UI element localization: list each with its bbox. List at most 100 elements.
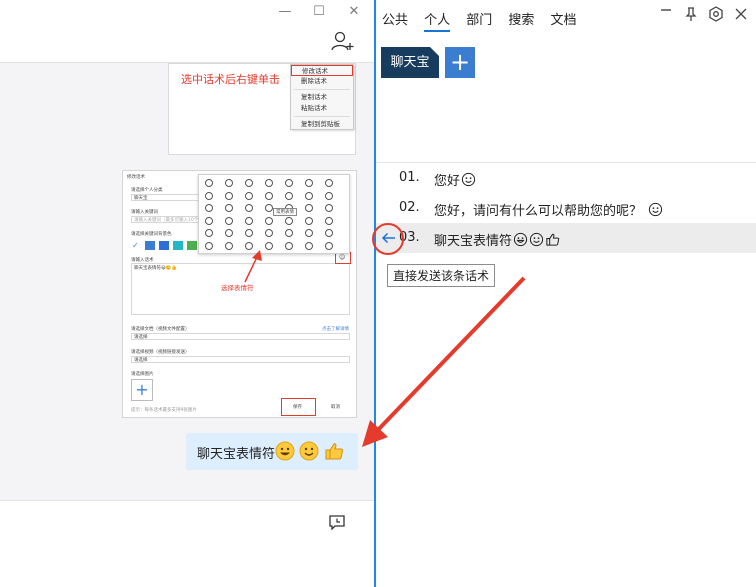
phrase-number: 02. [399,200,420,215]
menu-divider [294,116,350,117]
emoji-option[interactable] [265,179,273,187]
thumbs-up-icon [325,443,344,460]
color-swatch[interactable] [145,241,155,250]
tab-document[interactable]: 文档 [550,9,576,28]
menu-item-copy-to-clipboard[interactable]: 复制到剪贴板 [291,119,353,130]
menu-item-copy-phrase[interactable]: 复制话术 [291,92,353,103]
keyword-input[interactable]: 请输入关键词（最多可输入10个） [131,216,203,223]
emoji-option[interactable] [265,241,273,250]
emoji-option[interactable] [265,204,273,212]
color-swatch[interactable] [187,241,197,250]
message-bubble[interactable]: 聊天宝表情符 [186,433,358,470]
category-select[interactable]: 聊天宝 [131,194,199,201]
context-menu: 修改话术 删除话术 复制话术 粘贴话术 复制到剪贴板 [290,64,354,130]
phrase-text: 您好 [434,170,476,189]
field-label-color: 请选择关键词背景色 [131,232,172,237]
emoji-option[interactable] [325,241,333,250]
emoji-option[interactable] [205,241,213,250]
emoji-option[interactable] [325,216,333,225]
emoji-option[interactable] [285,179,293,187]
phrase-text: 聊天宝表情符 [434,230,560,249]
emoji-option[interactable] [225,179,233,187]
emoji-option[interactable] [225,216,233,225]
phrase-row[interactable]: 02. 您好，请问有什么可以帮助您的呢？ [376,193,756,223]
emoji-option[interactable] [225,204,233,212]
message-text: 聊天宝表情符 [197,447,276,462]
emoji-option[interactable] [245,216,253,225]
emoji-option[interactable] [265,229,273,237]
emoji-button-icon[interactable]: ☺ [339,254,345,261]
menu-item-paste-phrase[interactable]: 粘贴话术 [291,103,353,114]
phrase-row-hovered[interactable]: 03. 聊天宝表情符 [376,223,756,253]
tab-public[interactable]: 公共 [382,9,408,28]
chat-titlebar: — ☐ ✕ [0,0,374,63]
pin-icon[interactable] [683,6,699,22]
chat-input-area[interactable] [0,500,374,587]
chat-window: — ☐ ✕ 选中话术后右键单击 修改话术 删除话术 复制话术 粘贴话术 复制到剪… [0,0,374,587]
emoji-option[interactable] [245,204,253,212]
emoji-option[interactable] [325,204,333,212]
emoji-option[interactable] [205,229,213,237]
video-select[interactable]: 请选择 [131,356,350,363]
menu-item-edit-phrase[interactable]: 修改话术 [291,65,353,76]
minimize-icon[interactable] [658,6,674,22]
tab-search[interactable]: 搜索 [508,9,534,28]
tab-department[interactable]: 部门 [466,9,492,28]
emoji-option[interactable] [305,204,313,212]
emoji-option[interactable] [305,179,313,187]
field-label-keyword: 请输入关键词 [131,210,158,215]
emoji-option[interactable] [305,229,313,237]
add-category-button[interactable]: + [445,47,475,78]
document-select[interactable]: 请选择 [131,333,350,340]
category-chip-active[interactable]: 聊天宝 [381,47,439,78]
emoji-option[interactable] [265,191,273,200]
emoji-option[interactable] [205,204,213,212]
emoji-option[interactable] [325,229,333,237]
emoji-option[interactable] [245,241,253,250]
phrase-value: 聊天宝表情符😀🙂👍 [134,266,177,271]
emoji-option[interactable] [225,229,233,237]
emoji-option[interactable] [305,241,313,250]
field-label-category: 请选择个人分类 [131,188,163,193]
maximize-button[interactable]: ☐ [308,3,330,21]
emoji-option[interactable] [205,179,213,187]
emoji-option[interactable] [325,191,333,200]
color-swatch[interactable] [173,241,183,250]
emoji-option[interactable] [205,191,213,200]
emoji-option[interactable] [245,191,253,200]
emoji-option[interactable] [285,241,293,250]
learn-more-link[interactable]: 点击了解详情 [322,326,349,332]
send-arrow-icon[interactable] [380,229,398,247]
menu-item-delete-phrase[interactable]: 删除话术 [291,76,353,87]
emoji-panel: 常用表情 [198,174,350,254]
emoji-option[interactable] [245,179,253,187]
color-swatch[interactable] [159,241,169,250]
emoji-option[interactable] [305,191,313,200]
add-image-button[interactable]: + [131,379,153,401]
minimize-button[interactable]: — [274,3,296,21]
edit-phrase-screenshot: 修改话术 请选择个人分类 聊天宝 请输入关键词 请输入关键词（最多可输入10个）… [122,170,357,418]
emoji-option[interactable] [305,216,313,225]
emoji-option[interactable] [265,216,273,225]
emoji-option[interactable] [225,241,233,250]
tab-bar: 公共 个人 部门 搜索 文档 [382,9,587,32]
emoji-option[interactable] [285,216,293,225]
check-icon: ✓ [132,241,139,250]
add-user-icon[interactable] [330,30,356,52]
chat-history-icon[interactable] [328,514,346,530]
emoji-option[interactable] [285,229,293,237]
settings-icon[interactable] [708,6,724,22]
close-icon[interactable] [733,6,749,22]
close-button[interactable]: ✕ [343,3,365,21]
save-button[interactable]: 保存 [293,404,302,410]
emoji-option[interactable] [325,179,333,187]
emoji-option[interactable] [285,191,293,200]
emoji-option[interactable] [245,229,253,237]
phrase-row[interactable]: 01. 您好 [376,163,756,193]
tab-personal[interactable]: 个人 [424,9,451,32]
field-label-document: 请选择文档（视频文件配置） [131,327,190,332]
emoji-option[interactable] [225,191,233,200]
emoji-option[interactable] [205,216,213,225]
field-label-video: 请选择视频（视频链接发送） [131,350,190,355]
cancel-button[interactable]: 取消 [331,404,340,410]
